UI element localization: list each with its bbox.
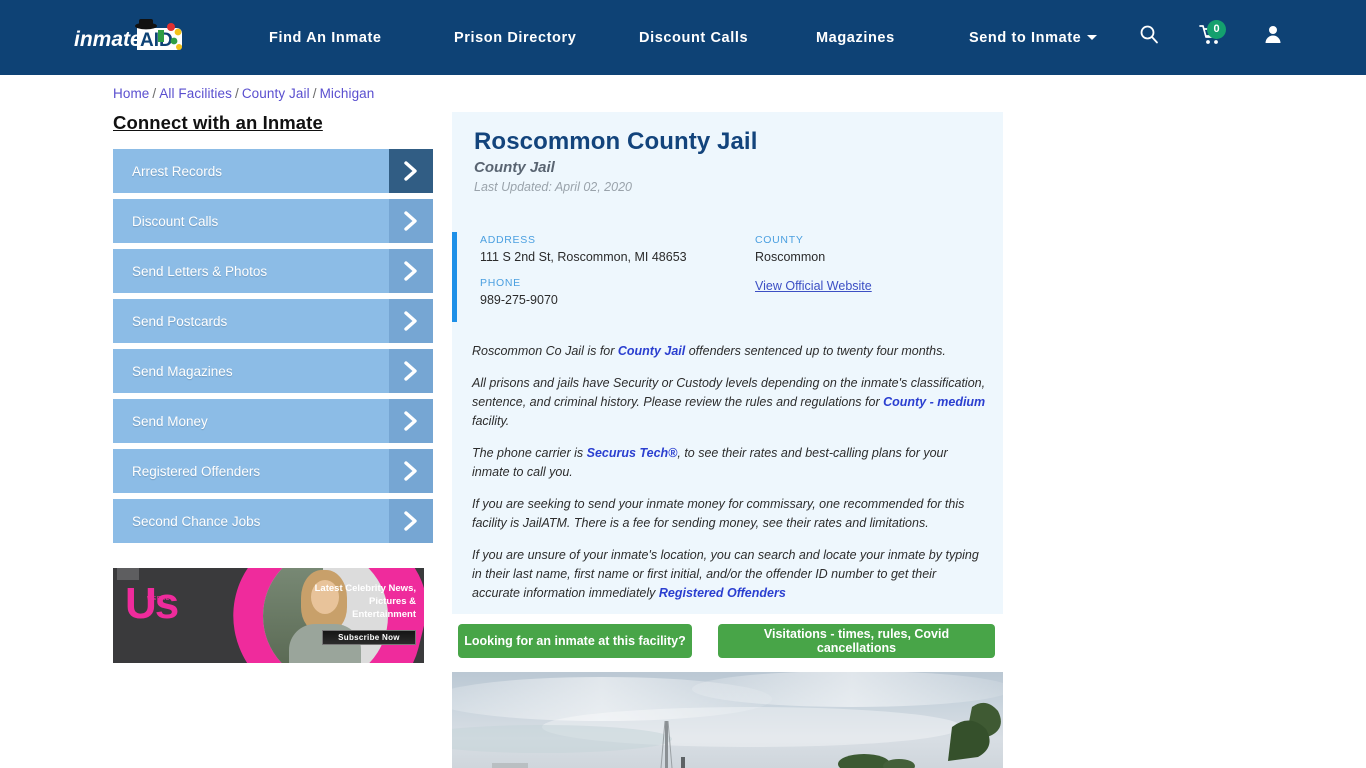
breadcrumb-separator: / <box>312 86 317 101</box>
inline-link[interactable]: County - medium <box>883 395 985 409</box>
nav-send-to-inmate-label: Send to Inmate <box>969 29 1082 46</box>
paragraph-text: Roscommon Co Jail is for <box>472 344 618 358</box>
info-accent-bar <box>452 232 457 322</box>
nav-find-an-inmate[interactable]: Find An Inmate <box>269 30 382 46</box>
chevron-right-icon <box>389 349 433 393</box>
info-column-left: ADDRESS 111 S 2nd St, Roscommon, MI 4865… <box>480 234 740 320</box>
county-field: COUNTY Roscommon <box>755 234 985 264</box>
sidebar-item-send-postcards[interactable]: Send Postcards <box>113 299 433 343</box>
sidebar: Connect with an Inmate Arrest Records Dis… <box>113 112 433 549</box>
nav-send-to-inmate[interactable]: Send to Inmate <box>969 29 1098 46</box>
description-paragraph: The phone carrier is Securus Tech®, to s… <box>472 444 986 482</box>
ad-brand-logo: Us <box>125 579 179 628</box>
user-icon[interactable] <box>1263 24 1283 49</box>
county-value: Roscommon <box>755 250 826 264</box>
facility-type: County Jail <box>474 159 555 176</box>
chevron-right-icon <box>389 149 433 193</box>
sidebar-title: Connect with an Inmate <box>113 112 323 133</box>
sidebar-item-label: Send Letters & Photos <box>132 263 268 279</box>
phone-value: 989-275-9070 <box>480 293 558 307</box>
looking-for-inmate-button[interactable]: Looking for an inmate at this facility? <box>458 624 692 658</box>
svg-text:inmate: inmate <box>74 28 142 51</box>
official-website-field: View Official Website <box>755 277 985 295</box>
nav-discount-calls[interactable]: Discount Calls <box>639 30 748 46</box>
last-updated-text: Last Updated: April 02, 2020 <box>474 180 632 194</box>
description-paragraph: If you are unsure of your inmate's locat… <box>472 546 986 603</box>
facility-description: Roscommon Co Jail is for County Jail off… <box>472 342 986 616</box>
page-title: Roscommon County Jail <box>474 128 758 155</box>
address-value: 111 S 2nd St, Roscommon, MI 48653 <box>480 250 687 264</box>
cart-count-badge: 0 <box>1207 20 1226 39</box>
paragraph-text: facility. <box>472 414 510 428</box>
sidebar-item-send-letters-and-photos[interactable]: Send Letters & Photos <box>113 249 433 293</box>
sidebar-item-label: Second Chance Jobs <box>132 513 261 529</box>
visitations-button[interactable]: Visitations - times, rules, Covid cancel… <box>718 624 995 658</box>
ad-headline: Latest Celebrity News, Pictures & Entert… <box>314 583 416 620</box>
info-column-right: COUNTY Roscommon View Official Website <box>755 234 985 308</box>
chevron-right-icon <box>389 499 433 543</box>
paragraph-text: The phone carrier is <box>472 446 587 460</box>
chevron-right-icon <box>389 299 433 343</box>
sidebar-item-label: Send Postcards <box>132 313 228 329</box>
phone-label: PHONE <box>480 277 521 289</box>
search-icon[interactable] <box>1139 24 1159 49</box>
sidebar-item-list: Arrest Records Discount Calls Send Letters… <box>113 149 433 543</box>
nav-magazines[interactable]: Magazines <box>816 30 895 46</box>
sidebar-item-registered-offenders[interactable]: Registered Offenders <box>113 449 433 493</box>
chevron-right-icon <box>389 249 433 293</box>
chevron-right-icon <box>389 399 433 443</box>
sidebar-item-label: Send Magazines <box>132 363 233 379</box>
inline-link[interactable]: County Jail <box>618 344 685 358</box>
inline-link[interactable]: Registered Offenders <box>659 586 786 600</box>
breadcrumb-separator: / <box>234 86 239 101</box>
address-field: ADDRESS 111 S 2nd St, Roscommon, MI 4865… <box>480 234 740 264</box>
site-logo[interactable]: inmate AID <box>74 18 192 58</box>
sidebar-item-send-money[interactable]: Send Money <box>113 399 433 443</box>
view-official-website-link[interactable]: View Official Website <box>755 279 872 293</box>
chevron-down-icon <box>1087 35 1098 41</box>
description-paragraph: Roscommon Co Jail is for County Jail off… <box>472 342 986 361</box>
breadcrumb-item-county-jail[interactable]: County Jail <box>242 86 310 101</box>
svg-text:AID: AID <box>140 30 173 51</box>
facility-street-view-photo[interactable] <box>452 669 1003 768</box>
sidebar-item-second-chance-jobs[interactable]: Second Chance Jobs <box>113 499 433 543</box>
description-paragraph: If you are seeking to send your inmate m… <box>472 495 986 533</box>
breadcrumb: Home / All Facilities / County Jail / Michigan <box>113 86 374 101</box>
chevron-right-icon <box>389 199 433 243</box>
breadcrumb-item-home[interactable]: Home <box>113 86 149 101</box>
inline-link[interactable]: Securus Tech® <box>587 446 678 460</box>
sidebar-item-arrest-records[interactable]: Arrest Records <box>113 149 433 193</box>
nav-prison-directory[interactable]: Prison Directory <box>454 30 576 46</box>
ad-subscribe-button[interactable]: Subscribe Now <box>322 630 416 645</box>
sidebar-item-label: Arrest Records <box>132 163 223 179</box>
county-label: COUNTY <box>755 234 804 246</box>
address-label: ADDRESS <box>480 234 536 246</box>
breadcrumb-separator: / <box>152 86 157 101</box>
breadcrumb-item-michigan[interactable]: Michigan <box>320 86 375 101</box>
sidebar-item-send-magazines[interactable]: Send Magazines <box>113 349 433 393</box>
paragraph-text: If you are seeking to send your inmate m… <box>472 497 965 530</box>
top-navigation-bar: inmate AID Find An Inmate Prison Directo… <box>0 0 1366 75</box>
advertisement-banner[interactable]: Us WEEKLY Latest Celebrity News, Picture… <box>113 568 424 663</box>
sidebar-item-label: Discount Calls <box>132 213 219 229</box>
description-paragraph: All prisons and jails have Security or C… <box>472 374 986 431</box>
breadcrumb-item-all-facilities[interactable]: All Facilities <box>159 86 232 101</box>
sidebar-item-label: Send Money <box>132 413 208 429</box>
phone-field: PHONE 989-275-9070 <box>480 277 740 307</box>
paragraph-text: offenders sentenced up to twenty four mo… <box>685 344 946 358</box>
sidebar-item-discount-calls[interactable]: Discount Calls <box>113 199 433 243</box>
facility-main-panel: Roscommon County Jail County Jail Last U… <box>452 112 1003 614</box>
sidebar-item-label: Registered Offenders <box>132 463 261 479</box>
chevron-right-icon <box>389 449 433 493</box>
ad-brand-sublabel: WEEKLY <box>147 596 174 602</box>
facility-info-block: ADDRESS 111 S 2nd St, Roscommon, MI 4865… <box>452 222 1003 327</box>
